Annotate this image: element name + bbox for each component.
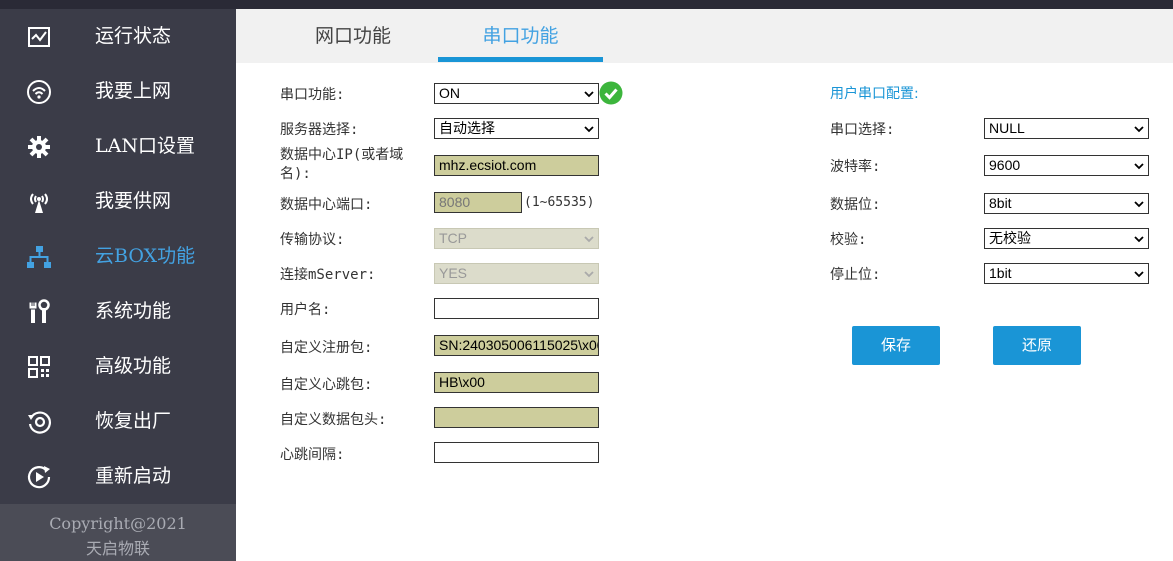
sidebar-item-label: 重新启动 (95, 465, 172, 487)
data-center-ip-label: 数据中心IP(或者域名): (280, 147, 404, 182)
tab-ethernet[interactable]: 网口功能 (268, 9, 438, 63)
heartbeat-packet-label: 自定义心跳包: (280, 377, 373, 393)
copyright-text: Copyright@2021 (49, 514, 187, 533)
wifi-icon (26, 79, 52, 105)
baud-rate-label: 波特率: (830, 159, 881, 175)
parity-select[interactable]: 无校验 (984, 228, 1149, 249)
check-circle-icon (599, 81, 623, 105)
grid-icon (26, 354, 52, 380)
sidebar-item-label: 运行状态 (95, 25, 172, 47)
sidebar-item-cloudbox[interactable]: 云BOX功能 (0, 229, 236, 284)
sidebar: 运行状态 我要上网 LAN口设置 我要供网 云BOX功能 系统功能 高级功能 恢… (0, 9, 236, 561)
chevron-down-icon (584, 271, 594, 278)
network-tree-icon (26, 244, 52, 270)
restart-icon (26, 464, 52, 490)
serial-port-select[interactable]: NULL (984, 118, 1149, 139)
serial-function-label: 串口功能: (280, 87, 345, 103)
data-center-port-input[interactable]: 8080 (434, 192, 522, 213)
stop-bits-label: 停止位: (830, 267, 881, 283)
protocol-label: 传输协议: (280, 232, 345, 248)
tab-bar: 网口功能 串口功能 (236, 9, 1173, 63)
serial-function-select[interactable]: ON (434, 83, 599, 104)
chevron-down-icon (1134, 236, 1144, 243)
tab-serial[interactable]: 串口功能 (438, 9, 603, 63)
sidebar-item-label: LAN口设置 (95, 135, 195, 157)
chevron-down-icon (1134, 163, 1144, 170)
sidebar-item-label: 云BOX功能 (95, 245, 196, 267)
heartbeat-packet-input[interactable]: HB\x00 (434, 372, 599, 393)
chevron-down-icon (584, 126, 594, 133)
parity-label: 校验: (830, 232, 867, 248)
sidebar-item-label: 我要供网 (95, 190, 172, 212)
protocol-select[interactable]: TCP (434, 228, 599, 249)
server-select[interactable]: 自动选择 (434, 118, 599, 139)
packet-header-label: 自定义数据包头: (280, 412, 387, 428)
sidebar-item-factory-reset[interactable]: 恢复出厂 (0, 394, 236, 449)
restore-button[interactable]: 还原 (993, 326, 1081, 365)
stop-bits-select[interactable]: 1bit (984, 263, 1149, 284)
sidebar-item-lan[interactable]: LAN口设置 (0, 119, 236, 174)
chevron-down-icon (584, 91, 594, 98)
chevron-down-icon (584, 236, 594, 243)
register-packet-input[interactable]: SN:240305006115025\x00 (434, 335, 599, 356)
sidebar-item-advanced[interactable]: 高级功能 (0, 339, 236, 394)
gear-icon (26, 134, 52, 160)
username-input[interactable] (434, 298, 599, 319)
sidebar-item-label: 恢复出厂 (95, 410, 172, 432)
top-bar (0, 0, 1173, 9)
chart-icon (26, 24, 52, 50)
sidebar-item-label: 高级功能 (95, 355, 172, 377)
mserver-label: 连接mServer: (280, 267, 376, 283)
serial-port-label: 串口选择: (830, 122, 895, 138)
data-bits-label: 数据位: (830, 197, 881, 213)
chevron-down-icon (1134, 201, 1144, 208)
sidebar-item-reboot[interactable]: 重新启动 (0, 449, 236, 504)
username-label: 用户名: (280, 302, 331, 318)
sidebar-footer: Copyright@2021 天启物联 (0, 504, 236, 561)
sidebar-item-internet[interactable]: 我要上网 (0, 64, 236, 119)
sidebar-item-label: 系统功能 (95, 300, 172, 322)
tools-icon (26, 299, 52, 325)
data-center-port-label: 数据中心端口: (280, 197, 373, 213)
port-range-hint: (1~65535) (524, 195, 595, 210)
sidebar-item-system[interactable]: 系统功能 (0, 284, 236, 339)
company-name: 天启物联 (85, 539, 150, 558)
chevron-down-icon (1134, 271, 1144, 278)
sidebar-item-label: 我要上网 (95, 80, 172, 102)
heartbeat-interval-input[interactable] (434, 442, 599, 463)
mserver-select[interactable]: YES (434, 263, 599, 284)
heartbeat-interval-label: 心跳间隔: (280, 447, 345, 463)
restore-icon (26, 409, 52, 435)
sidebar-item-status[interactable]: 运行状态 (0, 9, 236, 64)
packet-header-input[interactable] (434, 407, 599, 428)
data-bits-select[interactable]: 8bit (984, 193, 1149, 214)
broadcast-icon (26, 189, 52, 215)
chevron-down-icon (1134, 126, 1144, 133)
save-button[interactable]: 保存 (852, 326, 940, 365)
server-select-label: 服务器选择: (280, 122, 359, 138)
data-center-ip-input[interactable]: mhz.ecsiot.com (434, 155, 599, 176)
register-packet-label: 自定义注册包: (280, 340, 373, 356)
serial-config-title: 用户串口配置: (830, 86, 919, 102)
baud-rate-select[interactable]: 9600 (984, 155, 1149, 176)
sidebar-item-hotspot[interactable]: 我要供网 (0, 174, 236, 229)
